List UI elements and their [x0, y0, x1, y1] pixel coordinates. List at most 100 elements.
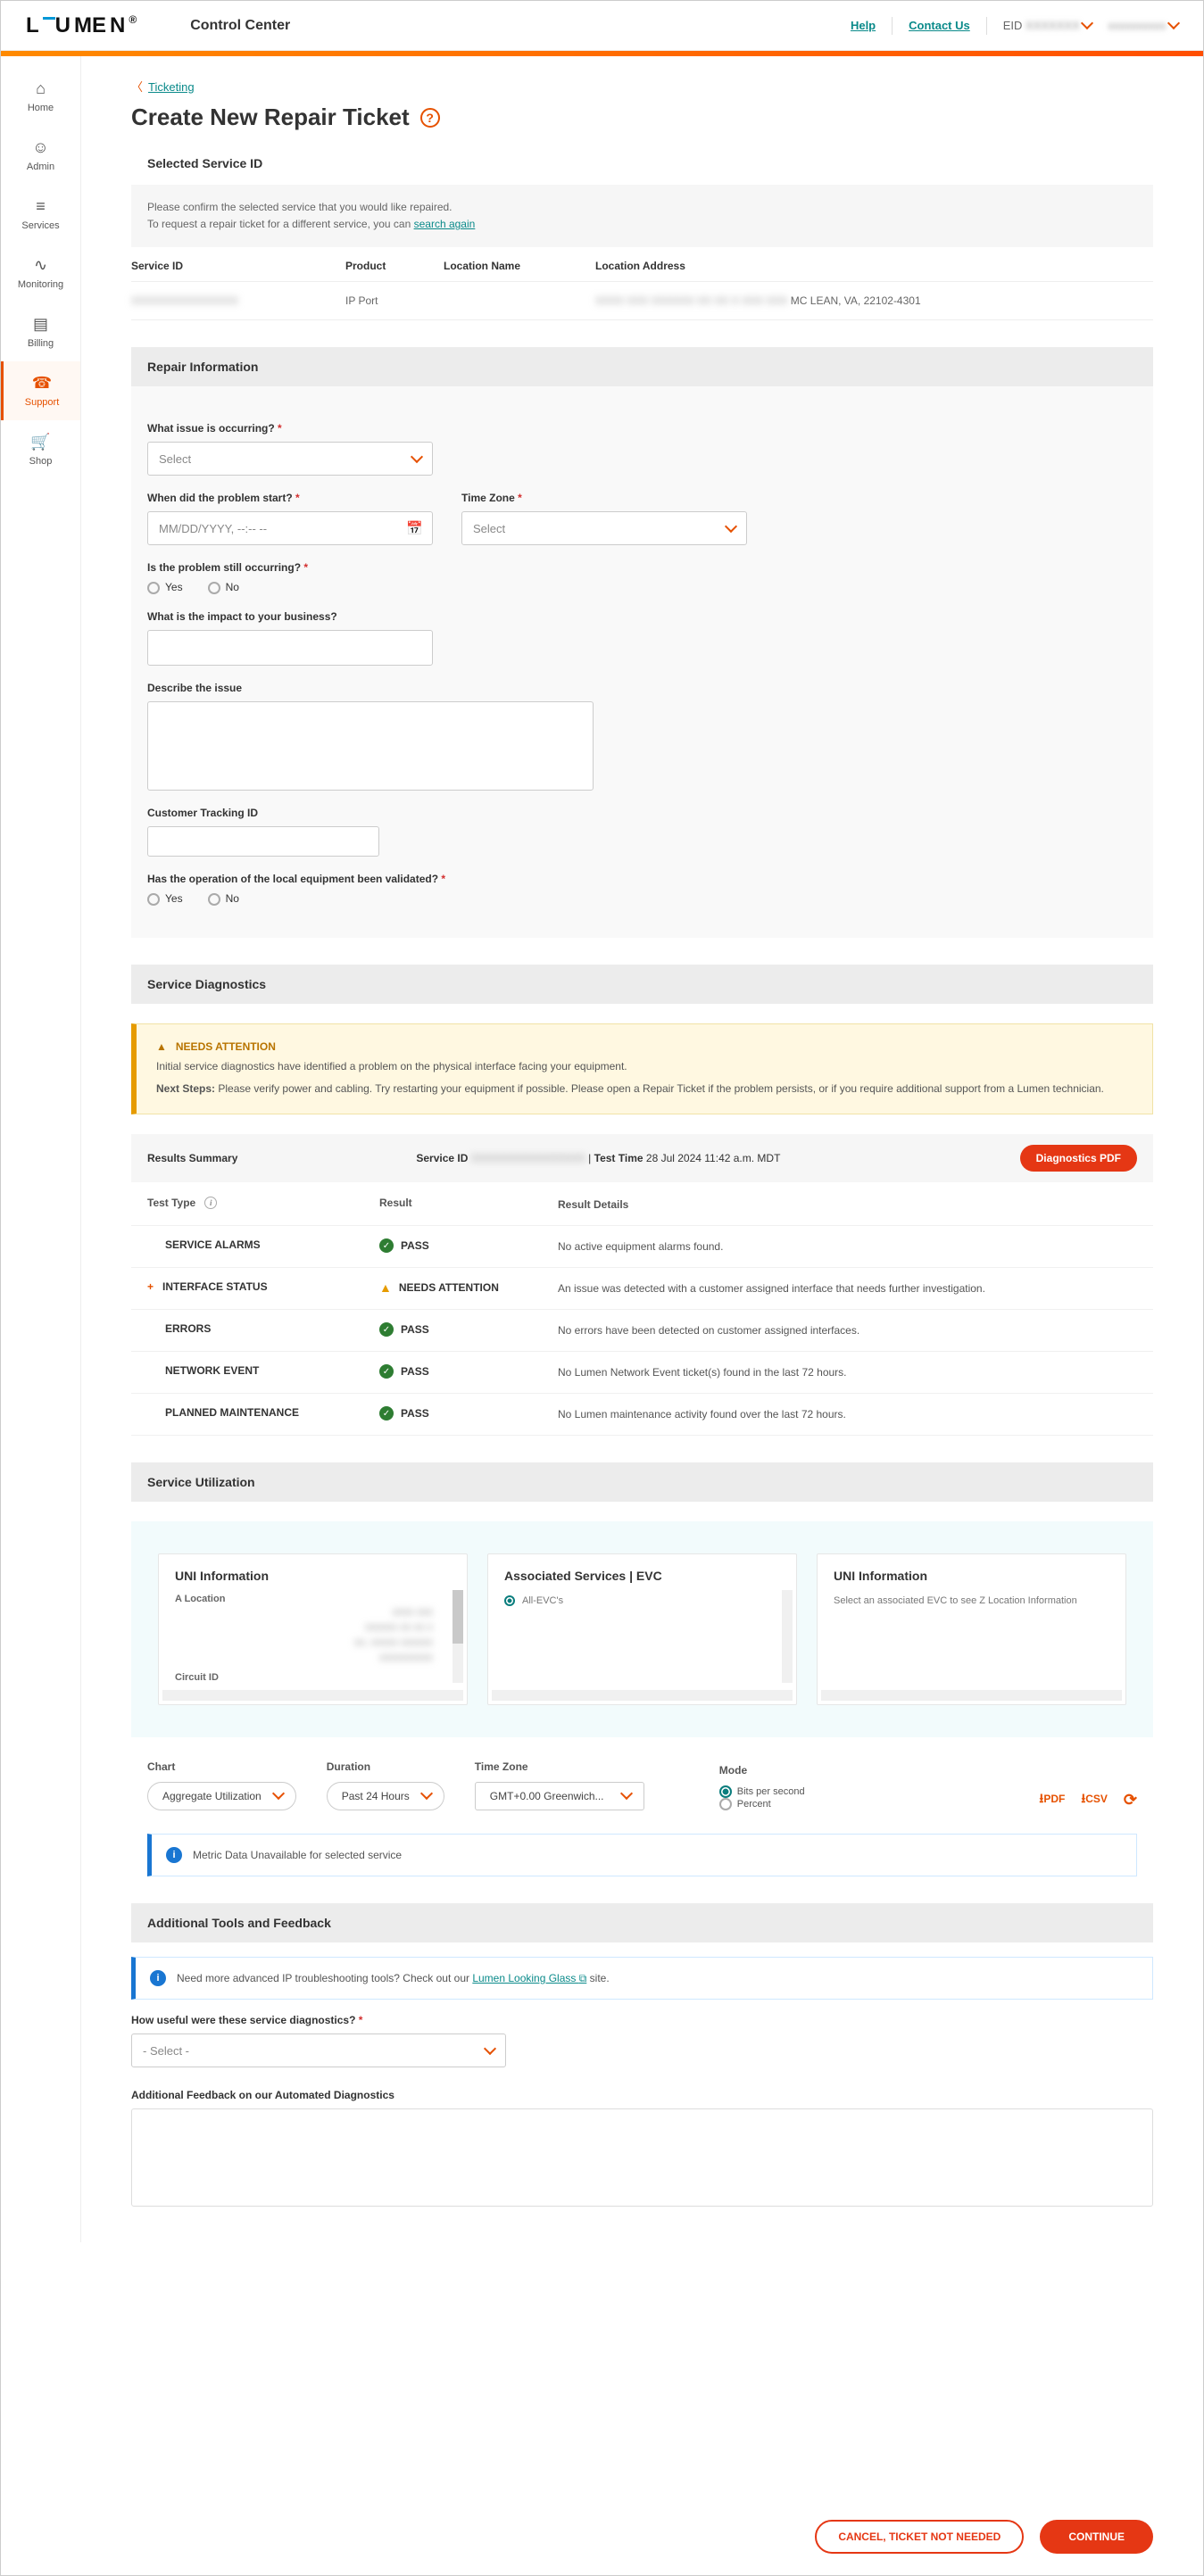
export-csv-button[interactable]: ⭳CSV: [1081, 1789, 1108, 1810]
associated-services-card: Associated Services | EVC All-EVC's: [487, 1553, 797, 1705]
billing-icon: ▤: [33, 315, 48, 334]
scrollbar[interactable]: [453, 1590, 463, 1683]
diagnostics-section-title: Service Diagnostics: [131, 965, 1153, 1004]
utilization-section-title: Service Utilization: [131, 1462, 1153, 1502]
cancel-button[interactable]: CANCEL, TICKET NOT NEEDED: [815, 2520, 1024, 2554]
home-icon: ⌂: [36, 79, 46, 98]
help-icon[interactable]: ?: [420, 108, 440, 128]
calendar-icon: 📅: [406, 520, 423, 536]
contact-link[interactable]: Contact Us: [909, 19, 970, 32]
sidenav-item-billing[interactable]: ▤Billing: [1, 302, 80, 361]
problem-start-input[interactable]: MM/DD/YYYY, --:-- --📅: [147, 511, 433, 545]
search-again-link[interactable]: search again: [414, 218, 476, 230]
radio-icon: [504, 1595, 515, 1606]
refresh-icon[interactable]: ⟳: [1124, 1791, 1137, 1810]
desc-textarea[interactable]: [147, 701, 594, 791]
useful-label: How useful were these service diagnostic…: [131, 2014, 1153, 2026]
pass-icon: ✓: [379, 1238, 394, 1253]
support-icon: ☎: [32, 374, 52, 393]
sidenav: ⌂Home☺Admin≡Services∿Monitoring▤Billing☎…: [1, 56, 81, 2242]
info-icon[interactable]: i: [204, 1197, 217, 1209]
validated-label: Has the operation of the local equipment…: [147, 873, 1137, 885]
chart-select[interactable]: Aggregate Utilization: [147, 1782, 296, 1810]
service-table-row: XXXXXXXXXXXXXXX IP Port XXXX XXX XXXXXX …: [131, 282, 1153, 320]
sidenav-item-services[interactable]: ≡Services: [1, 185, 80, 244]
looking-glass-link[interactable]: Lumen Looking Glass ⧉: [472, 1972, 586, 1984]
eid-display[interactable]: EID XXXXXXX: [1003, 19, 1092, 32]
uni-info-card: UNI Information A Location xxxx xxxxxxxx…: [158, 1553, 468, 1705]
service-table-header: Service ID Product Location Name Locatio…: [131, 247, 1153, 282]
validated-yes-radio[interactable]: Yes: [147, 892, 183, 906]
useful-select[interactable]: - Select -: [131, 2033, 506, 2067]
chevron-down-icon: [727, 522, 735, 535]
tools-section-title: Additional Tools and Feedback: [131, 1903, 1153, 1942]
warning-icon: ▲: [379, 1280, 392, 1295]
feedback-textarea[interactable]: [131, 2108, 1153, 2207]
sidenav-item-support[interactable]: ☎Support: [1, 361, 80, 420]
expand-icon[interactable]: +: [147, 1280, 154, 1293]
tracking-label: Customer Tracking ID: [147, 807, 1137, 819]
app-subtitle: Control Center: [190, 18, 290, 34]
diag-row: +INTERFACE STATUS▲NEEDS ATTENTIONAn issu…: [131, 1268, 1153, 1310]
tz-label: Time Zone: [461, 492, 747, 504]
diag-table-header: Test Type i Result Result Details: [131, 1184, 1153, 1226]
hscrollbar[interactable]: [492, 1690, 793, 1701]
issue-select[interactable]: Select: [147, 442, 433, 476]
when-label: When did the problem start?: [147, 492, 433, 504]
chevron-down-icon: [486, 2044, 494, 2058]
metric-unavailable-banner: i Metric Data Unavailable for selected s…: [147, 1834, 1137, 1876]
hscrollbar[interactable]: [821, 1690, 1122, 1701]
attention-banner: ▲NEEDS ATTENTION Initial service diagnos…: [131, 1023, 1153, 1114]
diagnostics-summary-bar: Results Summary Service ID XXXXXXXXXXXXX…: [131, 1134, 1153, 1182]
breadcrumb[interactable]: 〈Ticketing: [131, 78, 1153, 95]
sidenav-item-home[interactable]: ⌂Home: [1, 67, 80, 126]
util-tz-select[interactable]: GMT+0.00 Greenwich...: [475, 1782, 644, 1810]
still-yes-radio[interactable]: Yes: [147, 581, 183, 594]
sidenav-item-admin[interactable]: ☺Admin: [1, 126, 80, 185]
selected-service-title: Selected Service ID: [131, 156, 1153, 179]
diagnostics-pdf-button[interactable]: Diagnostics PDF: [1020, 1145, 1137, 1172]
export-pdf-button[interactable]: ⭳PDF: [1039, 1789, 1065, 1810]
pass-icon: ✓: [379, 1364, 394, 1379]
chevron-down-icon: [412, 452, 421, 466]
diag-row: ERRORS✓PASSNo errors have been detected …: [131, 1310, 1153, 1352]
user-menu[interactable]: xxxxxxxxxx: [1108, 19, 1178, 32]
diag-row: PLANNED MAINTENANCE✓PASSNo Lumen mainten…: [131, 1394, 1153, 1436]
uni-info-z-card: UNI Information Select an associated EVC…: [817, 1553, 1126, 1705]
still-no-radio[interactable]: No: [208, 581, 239, 594]
tracking-input[interactable]: [147, 826, 379, 857]
chevron-left-icon: 〈: [131, 80, 143, 94]
topbar: LUMEN® Control Center Help Contact Us EI…: [1, 1, 1203, 51]
continue-button[interactable]: CONTINUE: [1040, 2520, 1153, 2554]
validated-no-radio[interactable]: No: [208, 892, 239, 906]
help-link[interactable]: Help: [851, 19, 876, 32]
mode-percent-radio[interactable]: Percent: [719, 1798, 805, 1810]
looking-glass-banner: i Need more advanced IP troubleshooting …: [131, 1957, 1153, 2000]
repair-form: What issue is occurring? Select When did…: [131, 386, 1153, 938]
warning-icon: ▲: [156, 1040, 167, 1053]
sidenav-item-monitoring[interactable]: ∿Monitoring: [1, 244, 80, 302]
sidenav-item-shop[interactable]: 🛒Shop: [1, 420, 80, 479]
timezone-select[interactable]: Select: [461, 511, 747, 545]
info-icon: i: [166, 1847, 182, 1863]
page-title: Create New Repair Ticket?: [131, 104, 1153, 131]
feedback-label: Additional Feedback on our Automated Dia…: [131, 2089, 1153, 2101]
issue-label: What issue is occurring?: [147, 422, 1137, 435]
still-label: Is the problem still occurring?: [147, 561, 1137, 574]
evc-item[interactable]: All-EVC's: [504, 1594, 780, 1609]
info-icon: i: [150, 1970, 166, 1986]
monitoring-icon: ∿: [34, 256, 47, 275]
pass-icon: ✓: [379, 1406, 394, 1421]
impact-input[interactable]: [147, 630, 433, 666]
duration-select[interactable]: Past 24 Hours: [327, 1782, 444, 1810]
pass-icon: ✓: [379, 1322, 394, 1337]
repair-section-title: Repair Information: [131, 347, 1153, 386]
service-note: Please confirm the selected service that…: [131, 185, 1153, 247]
desc-label: Describe the issue: [147, 682, 1137, 694]
shop-icon: 🛒: [30, 433, 50, 451]
scrollbar[interactable]: [782, 1590, 793, 1683]
diag-row: SERVICE ALARMS✓PASSNo active equipment a…: [131, 1226, 1153, 1268]
logo: LUMEN®: [26, 13, 140, 38]
hscrollbar[interactable]: [162, 1690, 463, 1701]
mode-bits-radio[interactable]: Bits per second: [719, 1785, 805, 1798]
